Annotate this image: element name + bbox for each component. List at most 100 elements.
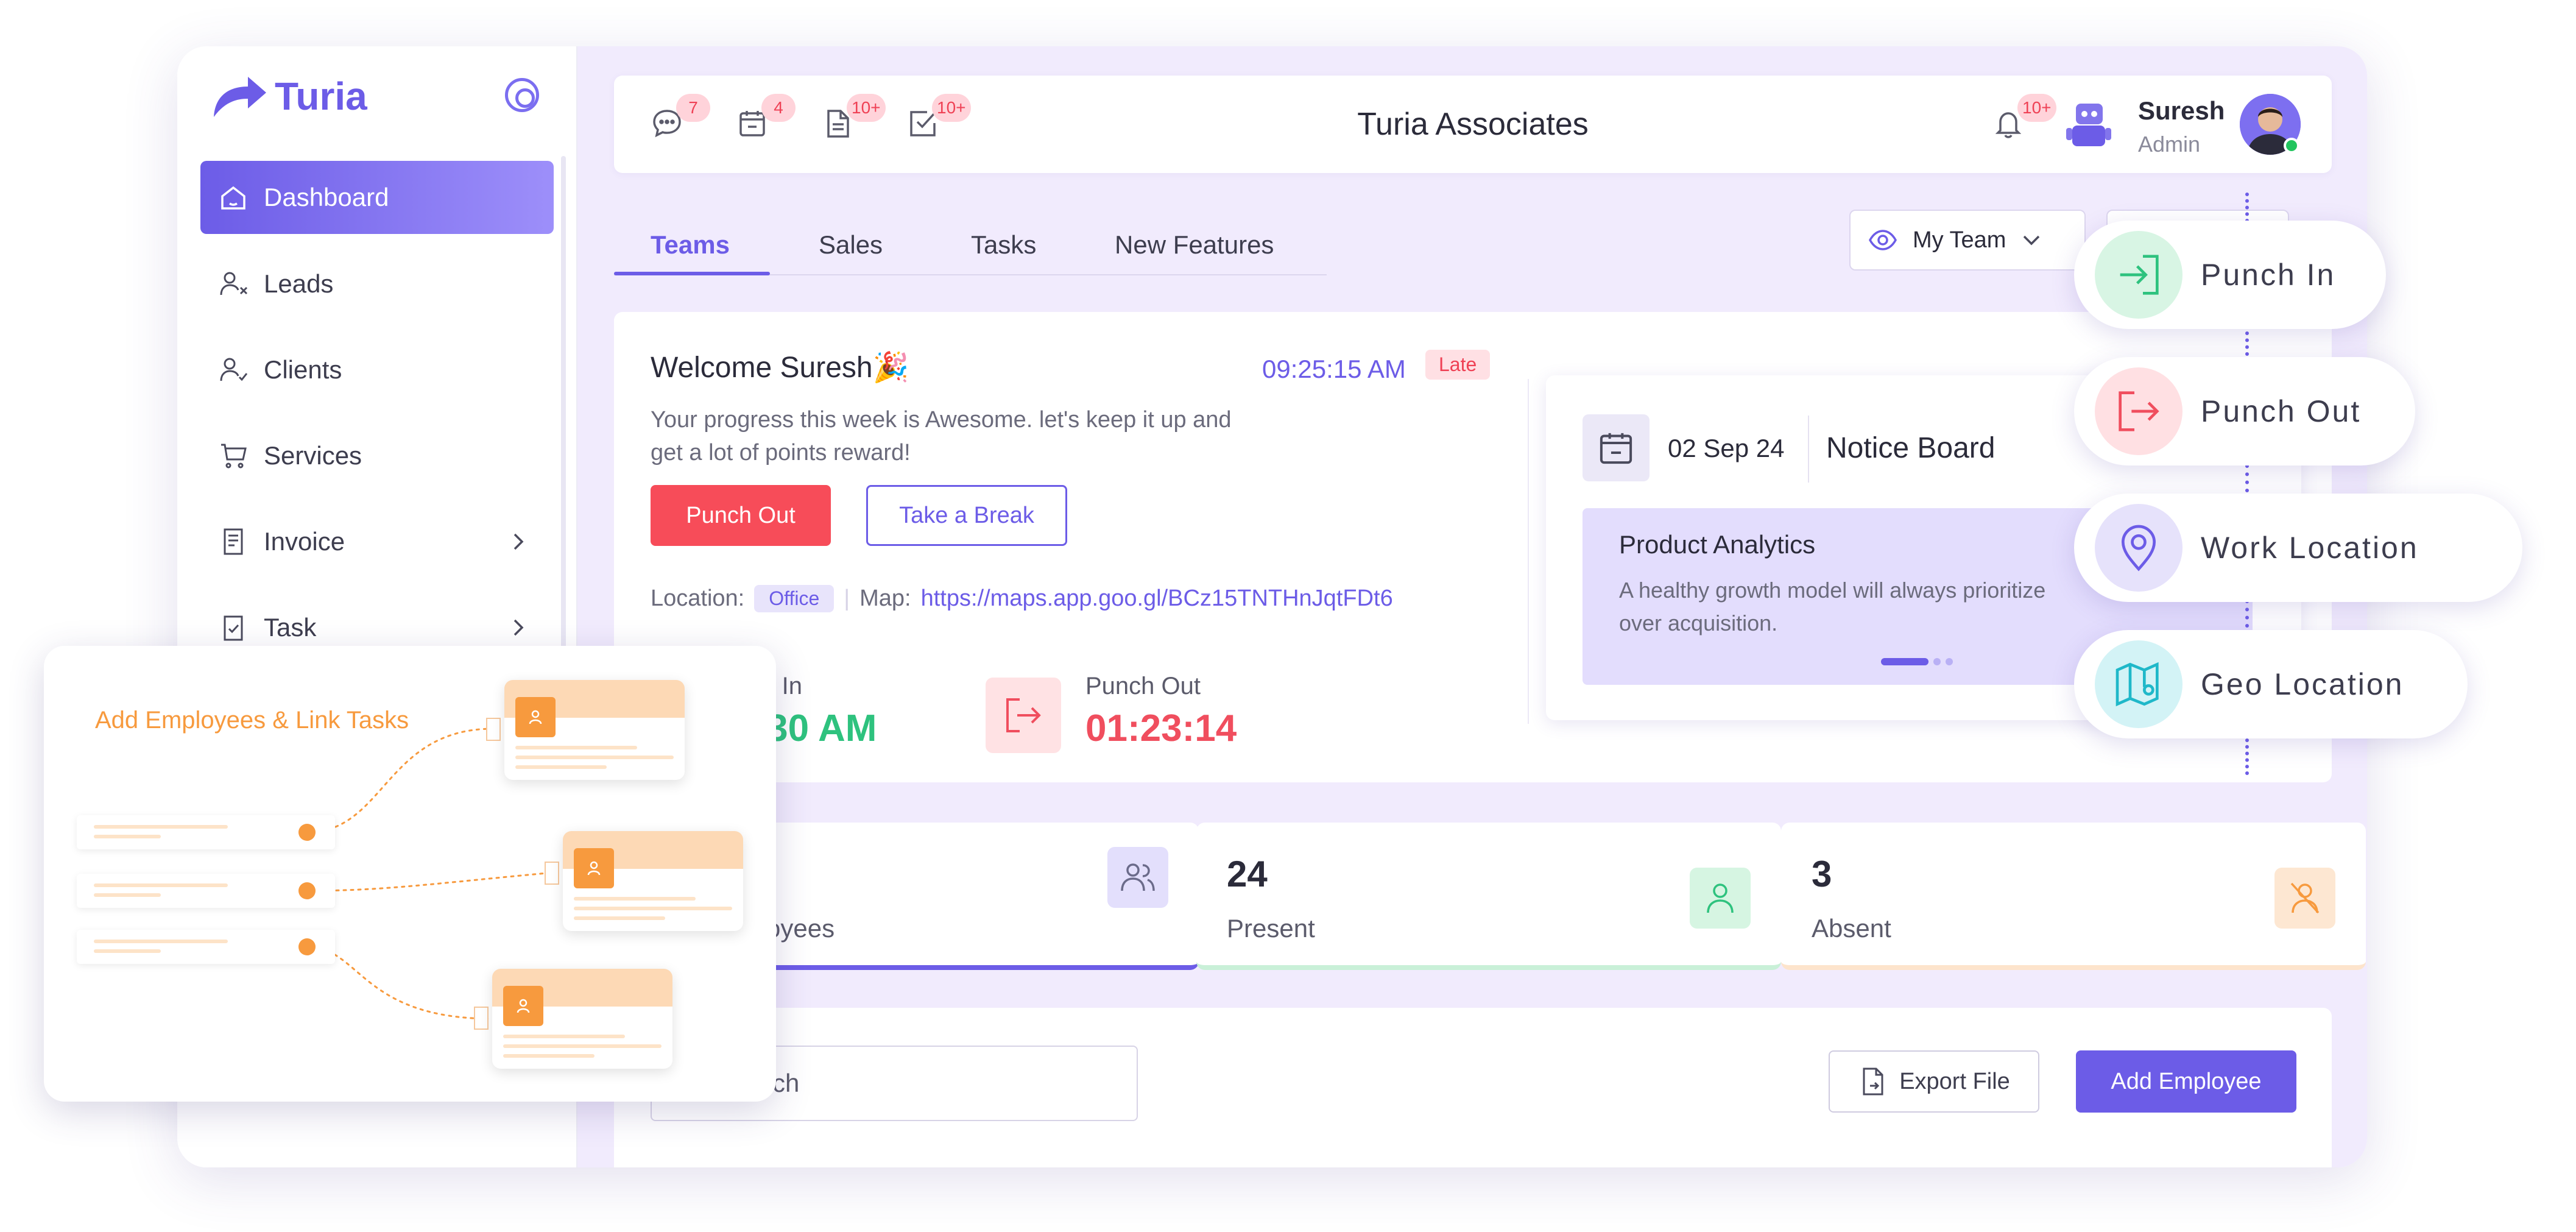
logout-icon	[1006, 698, 1041, 732]
punch-out-time: 01:23:14	[1085, 707, 1237, 749]
person-icon-box	[503, 986, 543, 1026]
tab-new-features[interactable]: New Features	[1115, 230, 1274, 260]
chevron-right-icon	[513, 533, 524, 550]
user-check-icon	[220, 358, 248, 381]
sidebar-item-label: Invoice	[264, 527, 345, 556]
sidebar-item-clients[interactable]: Clients	[200, 333, 554, 406]
assistant-bot-button[interactable]	[2061, 97, 2116, 152]
take-break-button[interactable]: Take a Break	[866, 485, 1067, 546]
current-time: 09:25:15 AM	[1262, 355, 1406, 383]
task-card-connector	[486, 718, 501, 741]
map-label: Map:	[859, 586, 911, 611]
tab-teams[interactable]: Teams	[651, 230, 730, 260]
users-icon	[1121, 863, 1155, 891]
task-card-connector	[545, 862, 559, 885]
link-node-dot	[298, 824, 316, 841]
task-card-placeholder	[563, 831, 743, 931]
connector-dots	[2245, 464, 2249, 492]
sidebar-item-dashboard[interactable]: Dashboard	[200, 161, 554, 234]
team-filter-select[interactable]: My Team	[1849, 210, 2086, 271]
notifications-badge: 10+	[2017, 94, 2056, 122]
employee-row-placeholder	[77, 815, 335, 849]
robot-icon	[2066, 104, 2111, 146]
stat-label: Absent	[1812, 914, 1891, 943]
welcome-heading: Welcome Suresh	[651, 352, 873, 384]
stat-card-absent[interactable]: 3 Absent	[1781, 823, 2366, 970]
pill-label: Punch Out	[2201, 394, 2362, 428]
calendar-box	[1583, 414, 1650, 481]
file-export-icon	[1863, 1067, 1883, 1096]
pill-label: Punch In	[2201, 258, 2336, 292]
turia-logo-icon	[214, 77, 266, 117]
stat-icon-box	[1690, 868, 1751, 929]
tab-tasks[interactable]: Tasks	[971, 230, 1036, 260]
add-employee-button[interactable]: Add Employee	[2076, 1050, 2296, 1113]
clipboard-check-icon	[224, 615, 243, 641]
task-card-placeholder	[504, 680, 685, 780]
person-icon-box	[515, 697, 556, 737]
pill-label: Geo Location	[2201, 667, 2404, 701]
carousel-dots[interactable]	[1881, 658, 1953, 665]
quick-action-geo-location[interactable]: Geo Location	[2074, 630, 2468, 738]
export-label: Export File	[1899, 1068, 2010, 1094]
quick-action-punch-in[interactable]: Punch In	[2074, 221, 2386, 329]
carousel-dot[interactable]	[1946, 658, 1953, 665]
location-chip: Office	[754, 585, 835, 612]
connector-dots	[2245, 331, 2249, 356]
location-label: Location:	[651, 586, 745, 611]
carousel-dot[interactable]	[1933, 658, 1941, 665]
person-icon	[517, 999, 530, 1013]
chevron-right-icon	[513, 619, 524, 636]
link-node-dot	[298, 938, 316, 955]
team-filter-value: My Team	[1913, 227, 2006, 253]
tab-sales[interactable]: Sales	[819, 230, 883, 260]
sidebar-item-invoice[interactable]: Invoice	[200, 505, 554, 578]
stat-value: 24	[1227, 854, 1268, 894]
party-emoji: 🎉	[872, 352, 909, 384]
quick-action-work-location[interactable]: Work Location	[2074, 494, 2522, 602]
welcome-title: Welcome Suresh🎉	[651, 350, 909, 384]
connector-dots	[2245, 738, 2249, 775]
top-bar: 7 4 10+ 10+ Turia Associates 10+ Suresh …	[614, 76, 2332, 173]
notice-date: 02 Sep 24	[1668, 434, 1785, 462]
search-placeholder: ch	[772, 1069, 800, 1097]
carousel-dot-active[interactable]	[1881, 658, 1928, 665]
stat-icon-box	[1107, 847, 1168, 908]
person-icon	[587, 861, 601, 876]
feature-card-add-employees: Add Employees & Link Tasks	[44, 646, 776, 1102]
stat-label: Present	[1227, 914, 1315, 943]
map-link[interactable]: https://maps.app.goo.gl/BCz15TNTHnJqtFDt…	[921, 586, 1393, 612]
notice-separator	[1808, 416, 1809, 483]
stat-icon-box	[2274, 868, 2335, 929]
user-x-icon	[220, 272, 248, 296]
sidebar-item-label: Dashboard	[264, 183, 389, 211]
sidebar-item-leads[interactable]: Leads	[200, 247, 554, 320]
pill-label: Work Location	[2201, 531, 2419, 565]
notice-title: Notice Board	[1826, 432, 1996, 464]
quick-action-punch-out[interactable]: Punch Out	[2074, 357, 2415, 466]
sidebar-collapse-button[interactable]	[505, 78, 539, 112]
brand-logo[interactable]: Turia	[210, 72, 367, 121]
welcome-message: Your progress this week is Awesome. let'…	[651, 407, 1232, 466]
calendar-icon	[1600, 433, 1632, 464]
sidebar-item-services[interactable]: Services	[200, 419, 554, 492]
online-status-dot	[2284, 138, 2299, 154]
chevron-down-icon	[2024, 235, 2040, 246]
location-line: Location: Office | Map: https://maps.app…	[651, 585, 1393, 612]
logout-icon	[2119, 391, 2159, 431]
eye-icon	[1869, 230, 1897, 250]
stat-card-present[interactable]: 24 Present	[1196, 823, 1781, 970]
sidebar-item-label: Leads	[264, 269, 334, 298]
pill-icon-box	[2095, 640, 2183, 728]
punch-out-button[interactable]: Punch Out	[651, 485, 831, 546]
notice-card-title: Product Analytics	[1619, 530, 1816, 559]
main-content: 7 4 10+ 10+ Turia Associates 10+ Suresh …	[577, 46, 2367, 1167]
cart-icon	[221, 444, 247, 469]
user-icon	[1707, 883, 1734, 913]
sidebar-scrollbar[interactable]	[561, 156, 566, 704]
export-file-button[interactable]: Export File	[1829, 1050, 2039, 1113]
employee-row-placeholder	[77, 930, 335, 964]
receipt-icon	[224, 528, 243, 555]
map-pin-icon	[2121, 525, 2156, 572]
notifications-button[interactable]: 10+	[1992, 94, 2056, 140]
